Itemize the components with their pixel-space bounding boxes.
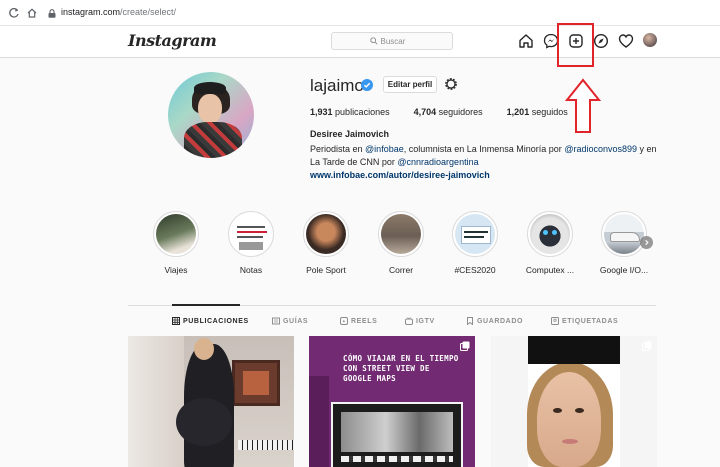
- post-thumbnail[interactable]: CÓMO VIAJAR EN EL TIEMPO CON STREET VIEW…: [309, 336, 475, 467]
- multiple-photos-icon: [642, 341, 652, 351]
- post-thumbnail[interactable]: [128, 336, 294, 467]
- highlight-correr[interactable]: Correr: [371, 211, 431, 275]
- posts-count: 1,931: [310, 107, 333, 117]
- bookmark-icon: [467, 317, 473, 325]
- tab-guardado[interactable]: GUARDADO: [466, 317, 523, 325]
- profile-avatar-nav[interactable]: [643, 33, 657, 47]
- tab-label: ETIQUETADAS: [562, 317, 619, 325]
- highlight-notas[interactable]: Notas: [221, 211, 281, 275]
- highlight-label: Viajes: [164, 265, 188, 275]
- highlight-viajes[interactable]: Viajes: [146, 211, 206, 275]
- profile-username: lajaimo: [310, 76, 364, 95]
- highlight-ces2020[interactable]: #CES2020: [445, 211, 505, 275]
- url-host: instagram.com: [61, 7, 121, 17]
- verified-badge-icon: [361, 79, 373, 91]
- reels-icon: [340, 317, 348, 325]
- followers-stat[interactable]: 4,704 seguidores: [414, 107, 483, 117]
- address-bar[interactable]: instagram.com/create/select/: [61, 7, 176, 17]
- profile-stats: 1,931 publicaciones 4,704 seguidores 1,2…: [310, 107, 592, 117]
- bio-mention-radioconvos[interactable]: @radioconvos899: [564, 144, 637, 154]
- active-tab-indicator: [172, 304, 240, 306]
- highlight-label: Pole Sport: [306, 265, 346, 275]
- settings-gear-icon[interactable]: [443, 76, 459, 92]
- reload-icon[interactable]: [6, 5, 22, 21]
- tab-label: GUARDADO: [477, 317, 524, 325]
- chevron-right-icon: [645, 239, 649, 246]
- following-label: seguidos: [531, 107, 568, 117]
- lock-icon: [48, 9, 56, 18]
- tab-guias[interactable]: GUÍAS: [272, 317, 308, 325]
- home-icon[interactable]: [24, 5, 40, 21]
- profile-full-name: Desiree Jaimovich: [310, 129, 390, 139]
- posts-stat: 1,931 publicaciones: [310, 107, 390, 117]
- profile-picture[interactable]: [168, 72, 254, 158]
- highlight-label: Notas: [239, 265, 263, 275]
- search-icon: [369, 37, 378, 45]
- tab-etiquetadas[interactable]: ETIQUETADAS: [551, 317, 618, 325]
- followers-count: 4,704: [413, 107, 437, 117]
- profile-bio: Periodista en @infobae, columnista en La…: [310, 143, 660, 169]
- followers-label: seguidores: [438, 107, 483, 117]
- search-input[interactable]: [380, 36, 415, 46]
- highlight-label: Google I/O...: [599, 265, 649, 275]
- heart-icon[interactable]: [617, 32, 635, 50]
- tab-publicaciones[interactable]: PUBLICACIONES: [172, 317, 249, 325]
- tab-reels[interactable]: REELS: [340, 317, 377, 325]
- tab-label: PUBLICACIONES: [183, 317, 249, 325]
- annotation-up-arrow: [565, 78, 601, 133]
- bio-mention-infobae[interactable]: @infobae: [365, 144, 404, 154]
- tab-igtv[interactable]: IGTV: [405, 317, 435, 325]
- igtv-icon: [405, 317, 413, 325]
- highlight-label: #CES2020: [454, 265, 496, 275]
- following-stat[interactable]: 1,201 seguidos: [507, 107, 568, 117]
- bio-mention-cnnradio[interactable]: @cnnradioargentina: [397, 157, 478, 167]
- bio-text: , columnista en La Inmensa Minoría por: [403, 144, 565, 154]
- following-count: 1,201: [506, 107, 530, 117]
- highlight-computex[interactable]: Computex ...: [520, 211, 580, 275]
- highlight-label: Computex ...: [525, 265, 575, 275]
- url-path: /create/select/: [120, 7, 177, 17]
- instagram-logo[interactable]: Instagram: [128, 31, 217, 50]
- profile-website-link[interactable]: www.infobae.com/autor/desiree-jaimovich: [310, 170, 490, 180]
- explore-compass-icon[interactable]: [592, 32, 610, 50]
- edit-profile-button[interactable]: Editar perfil: [383, 76, 437, 93]
- home-icon[interactable]: [517, 32, 535, 50]
- posts-label: publicaciones: [335, 107, 390, 117]
- post-overlay-title: CÓMO VIAJAR EN EL TIEMPO CON STREET VIEW…: [343, 354, 459, 383]
- tagged-user-icon: [551, 317, 559, 325]
- search-box[interactable]: [331, 32, 453, 50]
- grid-icon: [172, 317, 180, 325]
- annotation-highlight-box: [557, 23, 594, 67]
- highlights-next-button[interactable]: [640, 236, 653, 249]
- tab-label: GUÍAS: [283, 317, 309, 325]
- tab-label: IGTV: [416, 317, 435, 325]
- tab-label: REELS: [351, 317, 378, 325]
- top-nav: Instagram: [0, 26, 720, 58]
- multiple-photos-icon: [460, 341, 470, 351]
- browser-toolbar: instagram.com/create/select/: [0, 0, 720, 26]
- bio-text: Periodista en: [310, 144, 366, 154]
- highlight-label: Correr: [388, 265, 414, 275]
- highlight-pole-sport[interactable]: Pole Sport: [296, 211, 356, 275]
- guides-icon: [272, 317, 280, 325]
- post-thumbnail[interactable]: [491, 336, 657, 467]
